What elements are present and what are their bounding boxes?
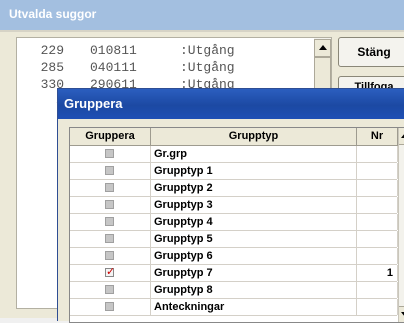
grouptype-name: Grupptyp 7 [151,265,357,281]
table-row[interactable]: Grupptyp 3 [70,197,398,214]
list-item[interactable]: 285 040111 :Utgång [17,59,314,76]
scroll-up-arrow-icon[interactable] [314,39,331,57]
table-row[interactable]: Grupptyp 8 [70,282,398,299]
checkbox-icon[interactable] [105,200,114,209]
close-button[interactable]: Stäng [338,37,404,67]
group-type-grid: Gruppera Grupptyp Nr Gr.grp Grupptyp 1 Gru… [69,127,404,323]
group-checkbox-cell[interactable] [70,214,151,230]
grouptype-nr[interactable] [357,163,398,179]
title-divider [0,30,404,32]
window-titlebar[interactable]: Utvalda suggor [0,0,404,30]
group-checkbox-cell[interactable] [70,248,151,264]
table-row[interactable]: Grupptyp 2 [70,180,398,197]
checkbox-icon[interactable] [105,183,114,192]
group-checkbox-cell[interactable] [70,146,151,162]
scroll-down-arrow-icon[interactable] [399,306,404,322]
column-header-grouptype[interactable]: Grupptyp [151,128,357,146]
table-row[interactable]: Grupptyp 4 [70,214,398,231]
grouptype-nr[interactable] [357,231,398,247]
grouptype-name: Grupptyp 4 [151,214,357,230]
checkbox-icon[interactable] [105,234,114,243]
table-row[interactable]: Grupptyp 6 [70,248,398,265]
grouptype-nr[interactable] [357,146,398,162]
grid-scrollbar[interactable] [398,128,404,322]
grouptype-nr[interactable] [357,197,398,213]
column-header-group[interactable]: Gruppera [70,128,151,146]
grouptype-nr[interactable] [357,299,398,315]
table-row[interactable]: Grupptyp 71 [70,264,398,282]
grouptype-name: Grupptyp 8 [151,282,357,298]
checked-checkbox-icon[interactable] [105,264,115,280]
list-item-id: 229 [40,43,64,58]
group-checkbox-cell[interactable] [70,299,151,315]
list-item[interactable]: 229 010811 :Utgång [17,42,314,59]
list-item-code: 010811 [90,43,137,58]
group-checkbox-cell[interactable] [70,197,151,213]
grouptype-name: Grupptyp 1 [151,163,357,179]
table-row[interactable]: Grupptyp 1 [70,163,398,180]
group-checkbox-cell[interactable] [70,282,151,298]
window-title: Utvalda suggor [9,7,97,21]
checkbox-icon[interactable] [105,302,114,311]
scroll-up-arrow-icon[interactable] [399,128,404,145]
table-row[interactable]: Grupptyp 5 [70,231,398,248]
checkbox-icon[interactable] [105,166,114,175]
grouptype-name: Grupptyp 3 [151,197,357,213]
group-checkbox-cell[interactable] [70,264,151,281]
grouptype-name: Gr.grp [151,146,357,162]
list-item-code: 040111 [90,60,137,75]
grouptype-nr[interactable] [357,282,398,298]
dialog-title: Gruppera [64,96,123,111]
grouptype-name: Anteckningar [151,299,357,315]
list-item-status: :Utgång [180,43,235,58]
checkbox-icon[interactable] [105,251,114,260]
grouptype-nr[interactable]: 1 [357,265,398,281]
group-checkbox-cell[interactable] [70,231,151,247]
list-item-status: :Utgång [180,60,235,75]
grouptype-nr[interactable] [357,214,398,230]
list-item-id: 285 [40,60,64,75]
checkbox-icon[interactable] [105,217,114,226]
checkbox-icon[interactable] [105,149,114,158]
grouptype-nr[interactable] [357,248,398,264]
gruppera-dialog: Gruppera Gruppera Grupptyp Nr Gr.grp Grup… [57,88,404,323]
grouptype-nr[interactable] [357,180,398,196]
table-row[interactable]: Anteckningar [70,299,398,316]
grouptype-name: Grupptyp 2 [151,180,357,196]
group-checkbox-cell[interactable] [70,180,151,196]
column-header-nr[interactable]: Nr [357,128,398,146]
dialog-titlebar[interactable]: Gruppera [58,89,404,119]
checkbox-icon[interactable] [105,285,114,294]
grouptype-name: Grupptyp 5 [151,231,357,247]
table-row[interactable]: Gr.grp [70,146,398,163]
group-checkbox-cell[interactable] [70,163,151,179]
grouptype-name: Grupptyp 6 [151,248,357,264]
